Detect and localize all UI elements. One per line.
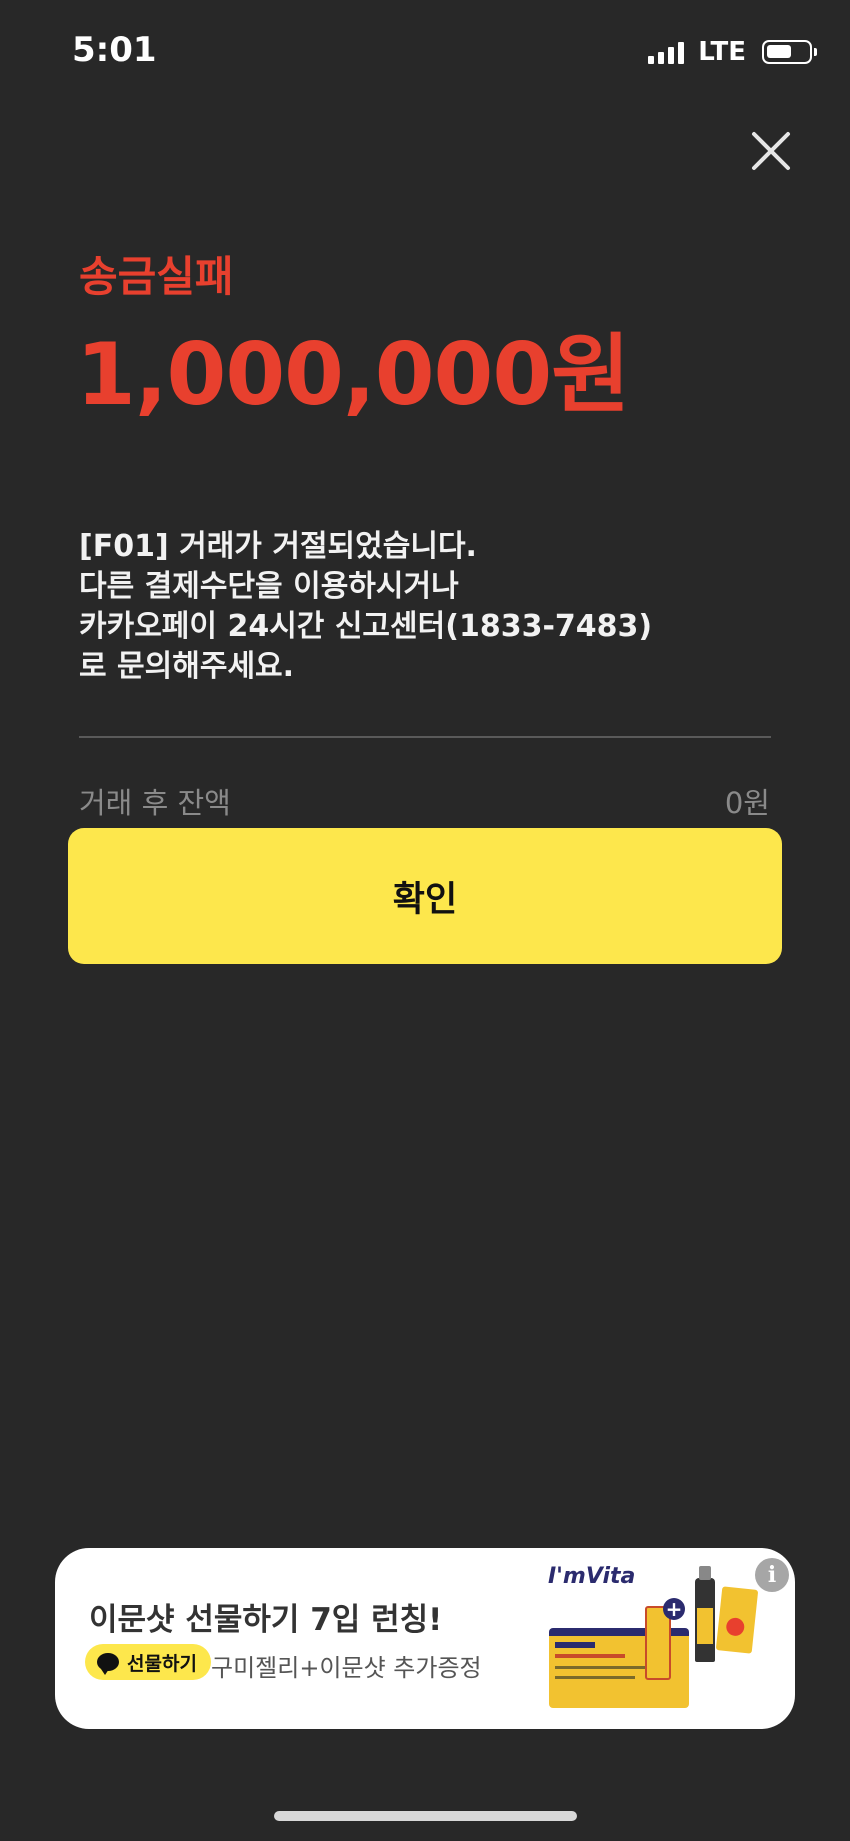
balance-value: 0원 bbox=[724, 786, 770, 820]
status-bar: 5:01 LTE bbox=[0, 0, 850, 105]
ad-headline: 이문샷 선물하기 7입 런칭! bbox=[89, 1602, 443, 1638]
signal-icon bbox=[648, 40, 685, 64]
ad-pill-label: 선물하기 bbox=[127, 1652, 197, 1675]
product-box-image bbox=[549, 1606, 689, 1708]
info-icon[interactable]: i bbox=[755, 1558, 789, 1592]
balance-label: 거래 후 잔액 bbox=[79, 786, 231, 820]
result-title: 송금실패 bbox=[79, 252, 234, 301]
network-type: LTE bbox=[698, 37, 746, 67]
status-time: 5:01 bbox=[72, 30, 157, 70]
confirm-button[interactable]: 확인 bbox=[68, 828, 782, 964]
ad-subtext: 구미젤리+이문샷 추가증정 bbox=[211, 1654, 482, 1682]
message-line: [F01] 거래가 거절되었습니다. bbox=[79, 529, 477, 564]
message-line: 다른 결제수단을 이용하시거나 bbox=[79, 569, 459, 604]
ad-brand-logo: I'mVita bbox=[548, 1564, 636, 1589]
battery-icon bbox=[762, 40, 817, 64]
result-amount: 1,000,000원 bbox=[76, 325, 630, 425]
message-line: 로 문의해주세요. bbox=[79, 649, 295, 684]
message-line: 카카오페이 24시간 신고센터(1833-7483) bbox=[79, 609, 653, 644]
divider bbox=[79, 736, 771, 738]
status-indicators: LTE bbox=[648, 37, 817, 67]
error-message: [F01] 거래가 거절되었습니다. 다른 결제수단을 이용하시거나 카카오페이… bbox=[79, 527, 779, 687]
plus-icon: + bbox=[663, 1598, 685, 1620]
close-icon bbox=[752, 132, 790, 170]
ad-gift-pill: 선물하기 bbox=[85, 1644, 211, 1680]
home-indicator bbox=[274, 1811, 577, 1821]
product-pack-image bbox=[715, 1586, 759, 1654]
chat-bubble-icon bbox=[97, 1653, 119, 1675]
product-bottle-image bbox=[695, 1566, 715, 1662]
close-button[interactable] bbox=[746, 126, 796, 176]
ad-banner[interactable]: 이문샷 선물하기 7입 런칭! 선물하기 구미젤리+이문샷 추가증정 I'mVi… bbox=[55, 1548, 795, 1729]
